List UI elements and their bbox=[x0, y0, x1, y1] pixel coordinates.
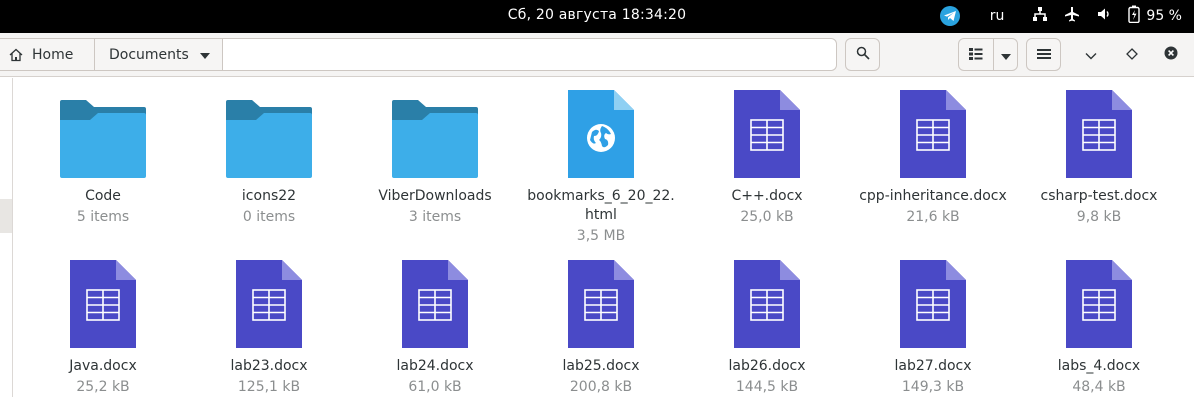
file-meta: 9,8 kB bbox=[1076, 209, 1122, 225]
file-name: C++.docx bbox=[731, 188, 803, 204]
grid-view-icon bbox=[969, 45, 983, 64]
minimize-icon bbox=[1085, 45, 1097, 64]
search-button[interactable] bbox=[845, 38, 880, 71]
file-name: Java.docx bbox=[69, 358, 137, 374]
file-meta: 200,8 kB bbox=[569, 379, 633, 395]
file-item[interactable]: csharp-test.docx 9,8 kB bbox=[1016, 78, 1182, 227]
file-item[interactable]: lab26.docx 144,5 kB bbox=[684, 248, 850, 397]
docx-file-icon bbox=[1016, 78, 1182, 184]
breadcrumb-documents[interactable]: Documents bbox=[95, 39, 223, 70]
sidebar-selected-row[interactable] bbox=[0, 199, 12, 233]
file-meta: 3 items bbox=[408, 209, 462, 225]
file-item[interactable]: lab25.docx 200,8 kB bbox=[518, 248, 684, 397]
file-meta: 5 items bbox=[76, 209, 130, 225]
folder-icon bbox=[352, 78, 518, 184]
file-item[interactable]: lab23.docx 125,1 kB bbox=[186, 248, 352, 397]
battery-percent[interactable]: 95 % bbox=[1146, 8, 1182, 24]
docx-file-icon bbox=[518, 248, 684, 354]
file-meta: 125,1 kB bbox=[237, 379, 301, 395]
breadcrumb-documents-label: Documents bbox=[109, 46, 189, 63]
docx-file-icon bbox=[20, 248, 186, 354]
file-name: ViberDownloads bbox=[378, 188, 492, 204]
close-button[interactable] bbox=[1156, 38, 1186, 71]
folder-icon bbox=[20, 78, 186, 184]
system-tray[interactable]: ru 95 % bbox=[924, 5, 1182, 27]
file-meta: 25,2 kB bbox=[76, 379, 130, 395]
chevron-down-icon bbox=[1000, 45, 1011, 64]
file-name: icons22 bbox=[241, 188, 297, 204]
search-icon bbox=[856, 45, 870, 64]
docx-file-icon bbox=[850, 78, 1016, 184]
file-meta: 48,4 kB bbox=[1072, 379, 1126, 395]
file-item[interactable]: lab24.docx 61,0 kB bbox=[352, 248, 518, 397]
breadcrumb-home-label: Home bbox=[32, 46, 74, 63]
main-menu-button[interactable] bbox=[1026, 38, 1061, 71]
file-item[interactable]: bookmarks_6_20_22. html 3,5 MB bbox=[518, 78, 684, 246]
network-icon[interactable] bbox=[1032, 6, 1048, 26]
file-name: lab25.docx bbox=[562, 358, 640, 374]
close-icon bbox=[1164, 45, 1178, 64]
file-name: bookmarks_6_20_22. html bbox=[527, 188, 675, 223]
maximize-button[interactable] bbox=[1117, 38, 1147, 71]
breadcrumb-home[interactable]: Home bbox=[0, 39, 95, 70]
file-item[interactable]: C++.docx 25,0 kB bbox=[684, 78, 850, 227]
headerbar: Home Documents bbox=[0, 33, 1194, 77]
menu-icon bbox=[1036, 45, 1051, 64]
file-item[interactable]: icons22 0 items bbox=[186, 78, 352, 227]
docx-file-icon bbox=[850, 248, 1016, 354]
file-item[interactable]: Java.docx 25,2 kB bbox=[20, 248, 186, 397]
file-name: lab23.docx bbox=[230, 358, 308, 374]
chevron-down-icon[interactable] bbox=[200, 47, 210, 63]
file-name: csharp-test.docx bbox=[1040, 188, 1158, 204]
file-meta: 0 items bbox=[242, 209, 296, 225]
file-name: lab27.docx bbox=[894, 358, 972, 374]
telegram-icon[interactable] bbox=[939, 6, 960, 26]
file-grid: Code 5 items icons22 0 items ViberDownloads 3… bbox=[20, 78, 1190, 397]
file-name: cpp-inheritance.docx bbox=[859, 188, 1007, 204]
path-bar-empty[interactable] bbox=[223, 39, 836, 70]
top-panel: Сб, 20 августа 18:34:20 ru 95 % bbox=[0, 0, 1194, 33]
docx-file-icon bbox=[684, 248, 850, 354]
file-item[interactable]: ViberDownloads 3 items bbox=[352, 78, 518, 227]
file-name: lab24.docx bbox=[396, 358, 474, 374]
airplane-icon[interactable] bbox=[1064, 6, 1080, 26]
volume-icon[interactable] bbox=[1096, 6, 1112, 26]
file-meta: 61,0 kB bbox=[408, 379, 462, 395]
docx-file-icon bbox=[684, 78, 850, 184]
file-meta: 149,3 kB bbox=[901, 379, 965, 395]
file-meta: 3,5 MB bbox=[576, 228, 626, 244]
file-name: labs_4.docx bbox=[1057, 358, 1141, 374]
battery-icon[interactable] bbox=[1128, 5, 1141, 27]
html-file-icon bbox=[518, 78, 684, 184]
file-item[interactable]: lab27.docx 149,3 kB bbox=[850, 248, 1016, 397]
sidebar-edge[interactable] bbox=[0, 78, 13, 397]
file-meta: 21,6 kB bbox=[906, 209, 960, 225]
home-icon bbox=[8, 47, 24, 63]
file-name: lab26.docx bbox=[728, 358, 806, 374]
file-item[interactable]: labs_4.docx 48,4 kB bbox=[1016, 248, 1182, 397]
folder-icon bbox=[186, 78, 352, 184]
docx-file-icon bbox=[186, 248, 352, 354]
view-options-button[interactable] bbox=[993, 38, 1018, 71]
file-meta: 144,5 kB bbox=[735, 379, 799, 395]
docx-file-icon bbox=[352, 248, 518, 354]
docx-file-icon bbox=[1016, 248, 1182, 354]
file-meta: 25,0 kB bbox=[740, 209, 794, 225]
maximize-icon bbox=[1126, 45, 1138, 64]
path-bar[interactable]: Home Documents bbox=[0, 38, 837, 71]
view-toggle-button[interactable] bbox=[958, 38, 994, 71]
minimize-button[interactable] bbox=[1076, 38, 1106, 71]
file-name: Code bbox=[85, 188, 121, 204]
file-item[interactable]: Code 5 items bbox=[20, 78, 186, 227]
keyboard-layout[interactable]: ru bbox=[990, 8, 1005, 24]
file-item[interactable]: cpp-inheritance.docx 21,6 kB bbox=[850, 78, 1016, 227]
